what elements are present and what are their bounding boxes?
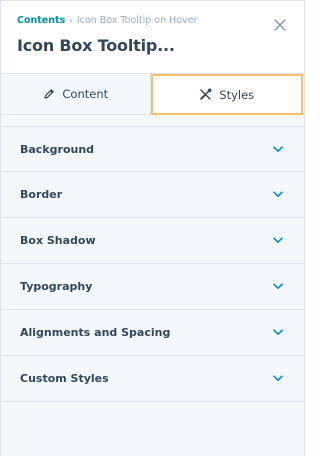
close-icon [274,19,286,31]
pencil-icon [42,88,55,101]
sidebar-panel: Contents › Icon Box Tooltip on Hover Icon … [0,0,305,456]
tab-styles-label: Styles [219,87,255,102]
styles-section-list: Background Border Box Shadow Typography … [1,115,304,456]
chevron-down-icon [272,189,284,201]
chevron-down-icon [272,373,284,385]
section-alignments-spacing[interactable]: Alignments and Spacing [1,310,304,356]
tab-content[interactable]: Content [1,74,151,114]
section-border[interactable]: Border [1,172,304,218]
breadcrumb-current: Icon Box Tooltip on Hover [76,15,198,26]
tab-styles[interactable]: Styles [150,74,303,115]
section-label: Border [20,188,63,201]
page-title: Icon Box Tooltip... [17,36,175,55]
chevron-down-icon [272,327,284,339]
section-box-shadow[interactable]: Box Shadow [1,218,304,264]
section-background[interactable]: Background [1,126,304,172]
section-label: Background [20,142,95,156]
tools-icon [199,88,212,101]
breadcrumb: Contents › Icon Box Tooltip on Hover [17,15,288,27]
tab-bar: Content Styles [1,73,304,115]
panel-header: Contents › Icon Box Tooltip on Hover Icon … [1,1,304,73]
breadcrumb-separator: › [69,16,73,26]
section-label: Box Shadow [20,234,96,247]
section-label: Custom Styles [20,372,109,385]
close-button[interactable] [272,17,288,33]
chevron-down-icon [272,143,284,155]
breadcrumb-root-link[interactable]: Contents [17,15,65,26]
tab-content-label: Content [62,87,109,101]
chevron-down-icon [272,235,284,247]
section-label: Typography [20,280,93,293]
section-custom-styles[interactable]: Custom Styles [1,356,304,402]
section-typography[interactable]: Typography [1,264,304,310]
section-label: Alignments and Spacing [20,326,171,339]
chevron-down-icon [272,281,284,293]
